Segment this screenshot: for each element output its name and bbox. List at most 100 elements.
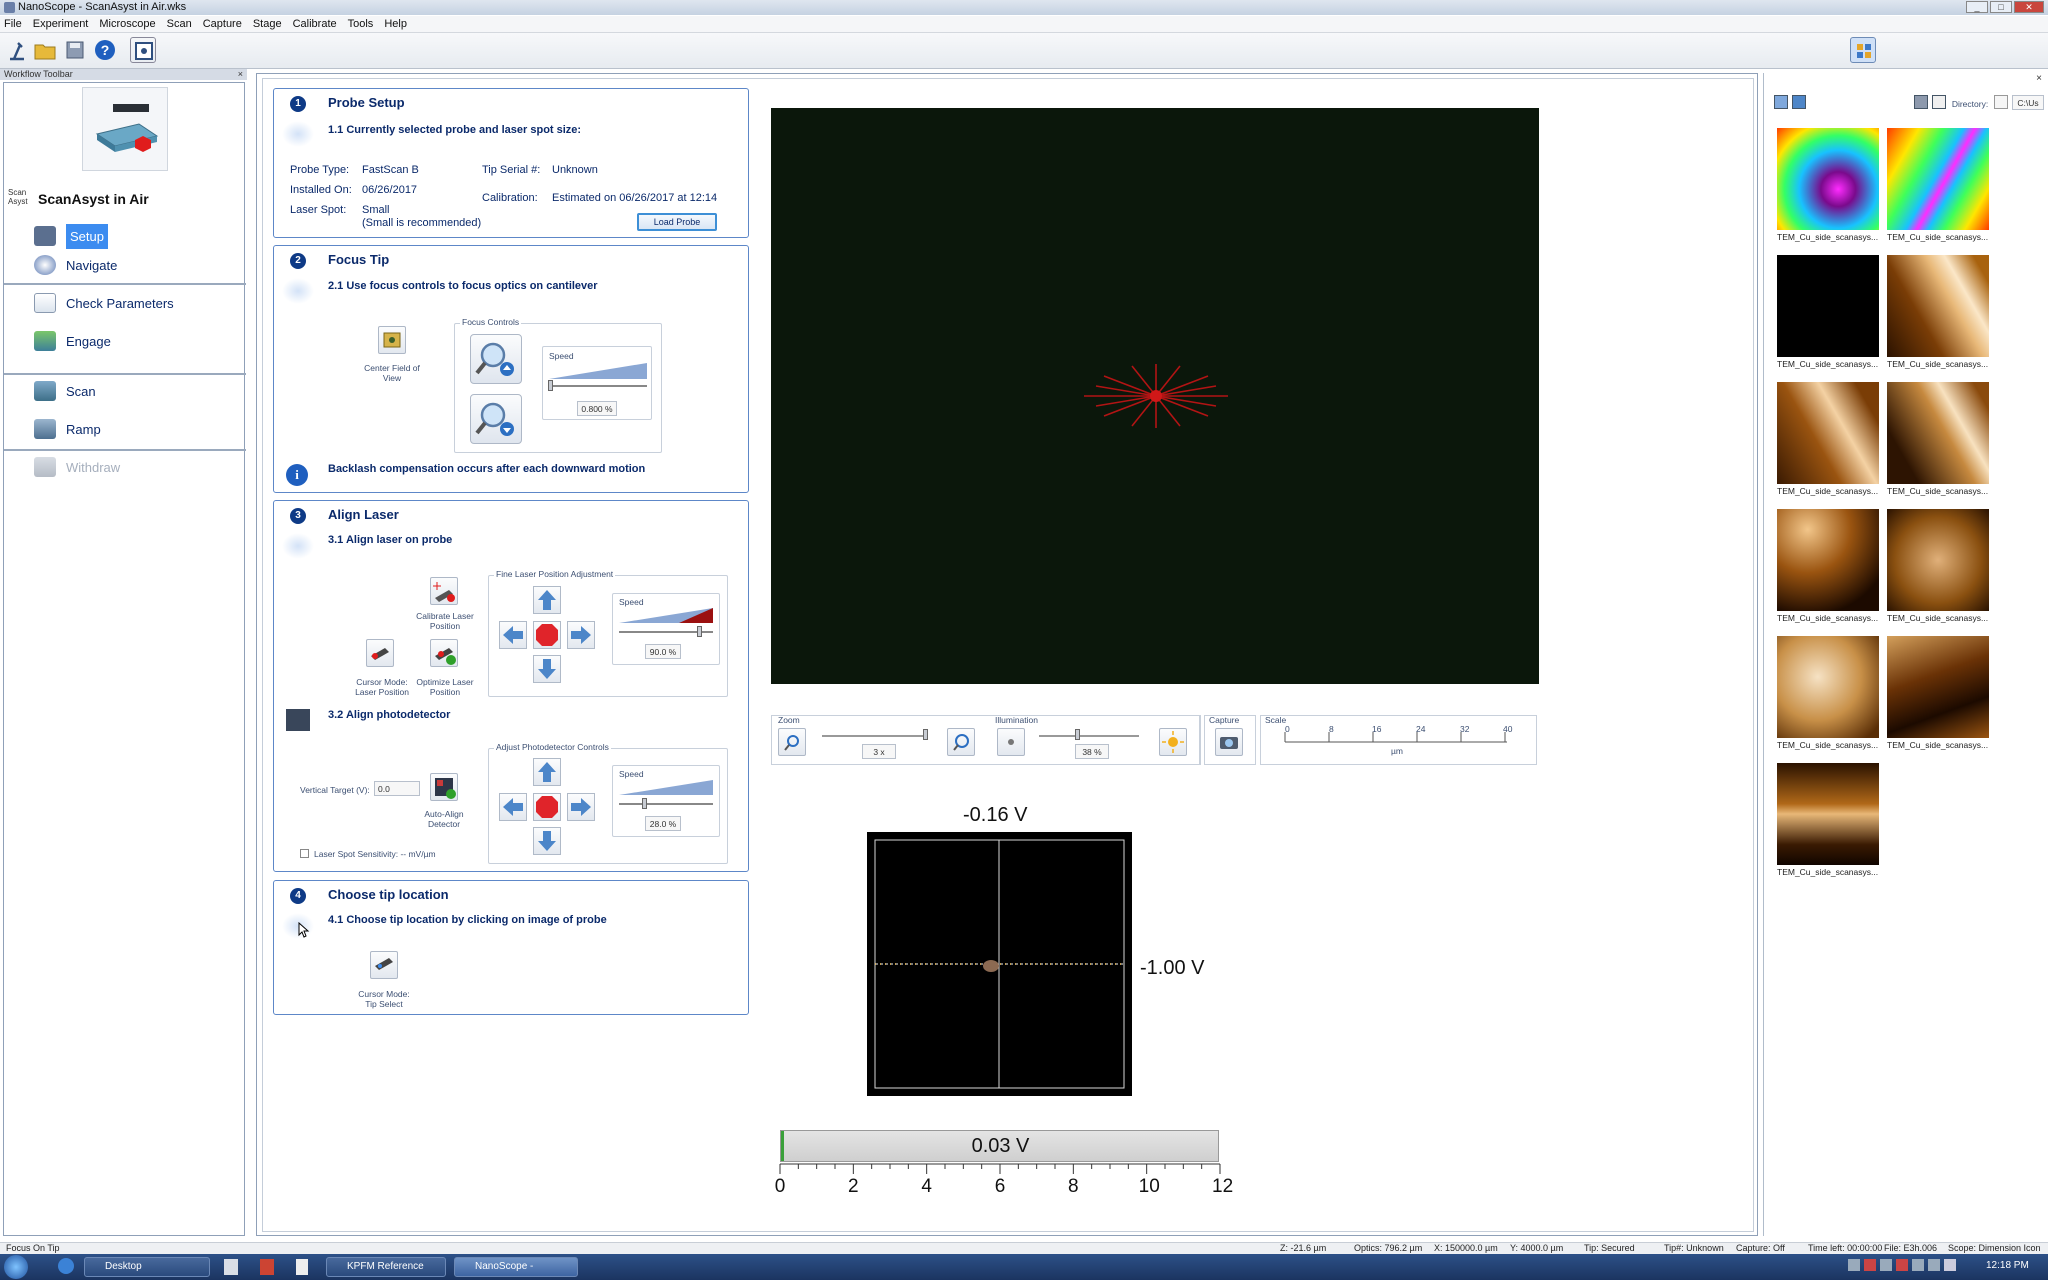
illumination-value[interactable]: 38 % bbox=[1075, 744, 1109, 759]
menu-calibrate[interactable]: Calibrate bbox=[293, 18, 337, 30]
auto-align-button[interactable] bbox=[430, 773, 458, 801]
browse-button[interactable] bbox=[1994, 95, 2008, 109]
workflow-close-icon[interactable]: × bbox=[238, 69, 243, 80]
detector-horizontal-value: -1.00 V bbox=[1140, 957, 1205, 979]
menu-file[interactable]: File bbox=[4, 18, 22, 30]
sidebar-item-navigate[interactable]: Navigate bbox=[34, 253, 117, 277]
menu-stage[interactable]: Stage bbox=[253, 18, 282, 30]
laser-right-arrow[interactable] bbox=[567, 621, 595, 649]
cursor-mode-laser-button[interactable] bbox=[366, 639, 394, 667]
tray-icon[interactable] bbox=[1896, 1259, 1908, 1271]
menu-experiment[interactable]: Experiment bbox=[33, 18, 89, 30]
taskbar-kpfm[interactable]: KPFM Reference Sa... bbox=[326, 1257, 446, 1280]
network-icon[interactable] bbox=[1928, 1259, 1940, 1271]
zoom-slider[interactable] bbox=[922, 729, 928, 740]
pd-left-arrow[interactable] bbox=[499, 793, 527, 821]
laser-speed-value[interactable]: 90.0 % bbox=[645, 644, 681, 659]
tray-icon[interactable] bbox=[1912, 1259, 1924, 1271]
sidebar-item-check-parameters[interactable]: Check Parameters bbox=[34, 291, 174, 315]
tray-icon[interactable] bbox=[1880, 1259, 1892, 1271]
laser-speed-slider[interactable] bbox=[697, 626, 703, 637]
taskbar-desktop[interactable]: Desktop bbox=[84, 1257, 210, 1277]
sum-scale-label: 8 bbox=[1068, 1176, 1079, 1197]
tray-icon[interactable] bbox=[1864, 1259, 1876, 1271]
directory-input[interactable]: C:\Us bbox=[2012, 95, 2044, 110]
focus-up-button[interactable] bbox=[470, 334, 522, 384]
pd-down-arrow[interactable] bbox=[533, 827, 561, 855]
pd-speed-slider[interactable] bbox=[641, 798, 647, 809]
layout-grid-icon[interactable] bbox=[1850, 37, 1876, 63]
open-folder-icon[interactable] bbox=[32, 37, 58, 63]
illumination-slider[interactable] bbox=[1075, 729, 1080, 740]
optical-video-view[interactable] bbox=[771, 108, 1539, 684]
pd-up-arrow[interactable] bbox=[533, 758, 561, 786]
vertical-target-input[interactable]: 0.0 bbox=[374, 781, 420, 796]
laser-sensitivity-checkbox[interactable] bbox=[300, 849, 309, 858]
vertical-target-label: Vertical Target (V): bbox=[300, 785, 370, 795]
thumbnail-image[interactable] bbox=[1777, 509, 1879, 611]
menu-scan[interactable]: Scan bbox=[167, 18, 192, 30]
illumination-low-button[interactable] bbox=[997, 728, 1025, 756]
thumbnail-image[interactable] bbox=[1887, 382, 1989, 484]
capture-window-icon[interactable] bbox=[130, 37, 156, 63]
cursor-mode-tip-button[interactable] bbox=[370, 951, 398, 979]
close-button[interactable]: ✕ bbox=[2014, 1, 2044, 13]
minimize-button[interactable]: _ bbox=[1966, 1, 1988, 13]
pd-stop-button[interactable] bbox=[533, 793, 561, 821]
microscope-icon[interactable] bbox=[4, 37, 30, 63]
help-icon[interactable]: ? bbox=[92, 37, 118, 63]
quicklaunch-icon[interactable] bbox=[224, 1259, 238, 1275]
thumbnail-image[interactable] bbox=[1777, 636, 1879, 738]
focus-speed-value[interactable]: 0.800 % bbox=[577, 401, 617, 416]
start-button[interactable] bbox=[4, 1255, 28, 1279]
menu-capture[interactable]: Capture bbox=[203, 18, 242, 30]
volume-icon[interactable] bbox=[1944, 1259, 1956, 1271]
center-fov-button[interactable] bbox=[378, 326, 406, 354]
load-probe-button[interactable]: Load Probe bbox=[637, 213, 717, 231]
pd-speed-value[interactable]: 28.0 % bbox=[645, 816, 681, 831]
zoom-out-button[interactable] bbox=[778, 728, 806, 756]
thumbnail-image[interactable] bbox=[1887, 509, 1989, 611]
thumbnail-image[interactable] bbox=[1777, 255, 1879, 357]
quicklaunch-icon[interactable] bbox=[260, 1259, 274, 1275]
zoom-value[interactable]: 3 x bbox=[862, 744, 896, 759]
up-folder-icon[interactable] bbox=[1932, 95, 1946, 109]
menu-help[interactable]: Help bbox=[384, 18, 407, 30]
focus-down-button[interactable] bbox=[470, 394, 522, 444]
thumbnail-image[interactable] bbox=[1777, 382, 1879, 484]
zoom-in-button[interactable] bbox=[947, 728, 975, 756]
laser-up-arrow[interactable] bbox=[533, 586, 561, 614]
laser-left-arrow[interactable] bbox=[499, 621, 527, 649]
menu-microscope[interactable]: Microscope bbox=[99, 18, 155, 30]
thumbnail-image[interactable] bbox=[1887, 128, 1989, 230]
sidebar-item-engage[interactable]: Engage bbox=[34, 329, 111, 353]
camera-capture-button[interactable] bbox=[1215, 728, 1243, 756]
tray-icon[interactable] bbox=[1848, 1259, 1860, 1271]
open-folder-icon[interactable] bbox=[1914, 95, 1928, 109]
sidebar-item-setup[interactable]: Setup bbox=[34, 223, 108, 249]
thumbnail-image[interactable] bbox=[1887, 636, 1989, 738]
thumbnail-view-icon[interactable] bbox=[1774, 95, 1788, 109]
taskbar-nanoscope[interactable]: NanoScope - ScanAs... bbox=[454, 1257, 578, 1280]
ie-icon[interactable] bbox=[58, 1258, 74, 1274]
menu-tools[interactable]: Tools bbox=[348, 18, 374, 30]
thumbnail-image[interactable] bbox=[1887, 255, 1989, 357]
calibrate-laser-button[interactable] bbox=[430, 577, 458, 605]
thumbnail-close-icon[interactable]: × bbox=[2036, 73, 2042, 84]
laser-down-arrow[interactable] bbox=[533, 655, 561, 683]
laser-stop-button[interactable] bbox=[533, 621, 561, 649]
maximize-button[interactable]: □ bbox=[1990, 1, 2012, 13]
sidebar-item-scan[interactable]: Scan bbox=[34, 379, 96, 403]
speed-ramp-icon bbox=[619, 780, 713, 795]
thumbnail-image[interactable] bbox=[1777, 763, 1879, 865]
thumbnail-image[interactable] bbox=[1777, 128, 1879, 230]
sidebar-item-withdraw[interactable]: Withdraw bbox=[34, 455, 120, 479]
pd-right-arrow[interactable] bbox=[567, 793, 595, 821]
optimize-laser-button[interactable] bbox=[430, 639, 458, 667]
list-view-icon[interactable] bbox=[1792, 95, 1806, 109]
illumination-high-icon[interactable] bbox=[1159, 728, 1187, 756]
sidebar-item-ramp[interactable]: Ramp bbox=[34, 417, 101, 441]
quicklaunch-icon[interactable] bbox=[296, 1259, 308, 1275]
save-icon[interactable] bbox=[62, 37, 88, 63]
focus-speed-slider[interactable] bbox=[547, 380, 553, 391]
